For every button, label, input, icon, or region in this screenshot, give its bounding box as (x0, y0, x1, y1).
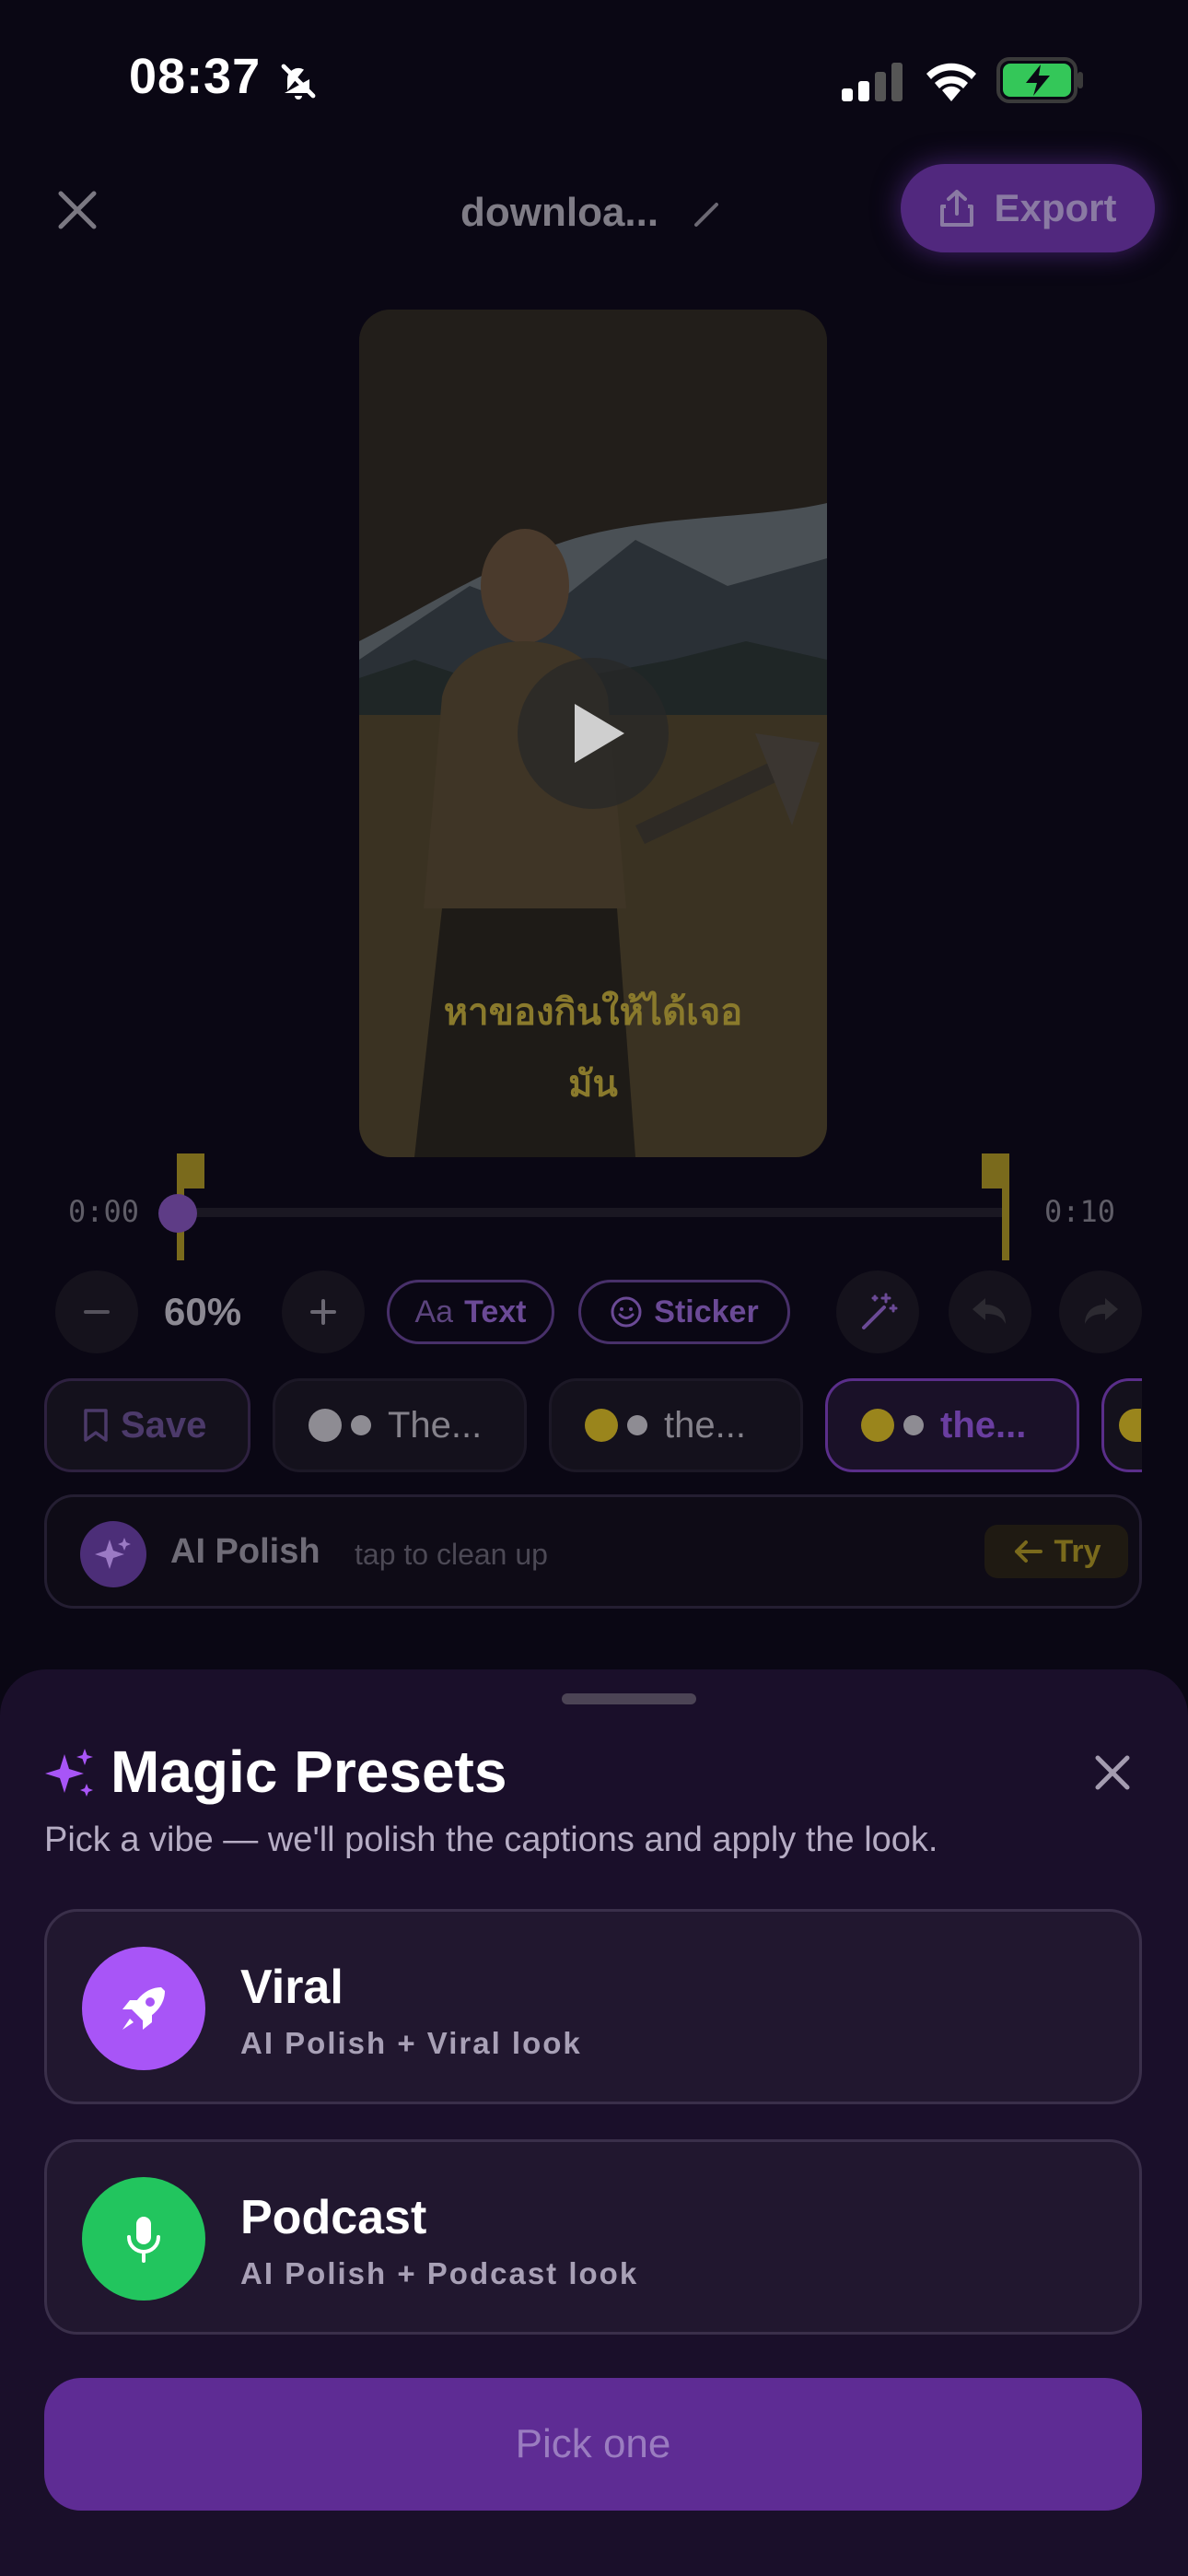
style-dot-small (351, 1415, 371, 1435)
caption-overlay[interactable]: หาของกินให้ได้เจอ มัน (392, 982, 794, 1105)
play-button[interactable] (518, 658, 669, 809)
preset-viral-desc: AI Polish + Viral look (240, 2026, 582, 2060)
preset-viral-name: Viral (240, 1961, 344, 2014)
preset-viral-badge (82, 1947, 205, 2070)
add-sticker-label: Sticker (654, 1294, 759, 1329)
cellular-signal-icon (842, 63, 903, 101)
bookmark-icon (84, 1409, 108, 1442)
share-upload-icon (940, 190, 974, 227)
redo-button[interactable] (1059, 1270, 1142, 1353)
status-bar: 08:37 (0, 0, 1188, 157)
magic-wand-button[interactable] (836, 1270, 919, 1353)
timeline-end-time: 0:10 (1044, 1194, 1116, 1229)
caption-line-1: หาของกินให้ได้เจอ (443, 992, 743, 1033)
preset-card-viral[interactable]: Viral AI Polish + Viral look (44, 1909, 1142, 2104)
caption-line-2: มัน (568, 1064, 618, 1105)
rocket-icon (122, 1987, 165, 2030)
style-dot-small (903, 1415, 924, 1435)
project-title[interactable]: downloa... (460, 190, 658, 236)
status-time: 08:37 (129, 49, 262, 104)
style-dot-large (1119, 1409, 1141, 1442)
video-preview[interactable]: หาของกินให้ได้เจอ มัน (359, 310, 827, 1157)
try-button[interactable]: Try (984, 1525, 1128, 1578)
mute-bell-icon (281, 64, 316, 100)
text-aa-icon: Aa (414, 1294, 454, 1329)
magic-wand-icon (862, 1293, 898, 1329)
magic-presets-sheet: Magic Presets Pick a vibe — we'll polish… (0, 1669, 1188, 2576)
export-button[interactable]: Export (901, 164, 1155, 252)
style-dot-large (585, 1409, 618, 1442)
ai-polish-title: AI Polish (170, 1532, 320, 1571)
style-chip-4-partial[interactable] (1101, 1378, 1142, 1472)
style-chip-2[interactable]: the... (549, 1378, 803, 1472)
zoom-level: 60% (164, 1290, 242, 1333)
battery-charging-icon (996, 57, 1083, 103)
style-dot-large (861, 1409, 894, 1442)
microphone-icon (127, 2217, 160, 2263)
wifi-icon (926, 63, 976, 101)
timeline-track[interactable] (177, 1208, 1007, 1217)
close-editor-icon[interactable] (48, 181, 107, 240)
ai-polish-badge (80, 1521, 146, 1587)
minus-icon (84, 1310, 110, 1314)
style-chip-1-label: The... (388, 1404, 483, 1446)
try-label: Try (1054, 1533, 1101, 1569)
ai-polish-hint: tap to clean up (355, 1538, 548, 1571)
preset-podcast-desc: AI Polish + Podcast look (240, 2256, 639, 2290)
arrow-left-icon (1015, 1540, 1043, 1563)
pick-one-button[interactable]: Pick one (44, 2378, 1142, 2511)
playhead-knob[interactable] (158, 1194, 197, 1233)
add-text-button[interactable]: Aa Text (387, 1280, 554, 1344)
sheet-subtitle: Pick a vibe — we'll polish the captions … (44, 1821, 938, 1859)
sparkle-icon (95, 1538, 131, 1569)
ai-polish-bar[interactable]: AI Polish tap to clean up Try (44, 1494, 1142, 1609)
edit-title-pencil-icon[interactable] (689, 195, 726, 232)
add-text-label: Text (464, 1294, 527, 1329)
style-chip-3-label: the... (940, 1404, 1027, 1446)
style-chip-2-label: the... (664, 1404, 746, 1446)
style-dot-small (627, 1415, 647, 1435)
export-label: Export (994, 186, 1117, 229)
timeline-start-time: 0:00 (68, 1194, 140, 1229)
undo-icon (973, 1298, 1006, 1324)
style-dot-large (309, 1409, 342, 1442)
preset-card-podcast[interactable]: Podcast AI Polish + Podcast look (44, 2139, 1142, 2335)
sparkles-icon (45, 1749, 93, 1797)
zoom-in-button[interactable] (282, 1270, 365, 1353)
add-sticker-button[interactable]: Sticker (578, 1280, 790, 1344)
close-sheet-icon[interactable] (1089, 1749, 1136, 1797)
plus-icon (310, 1299, 336, 1325)
style-chip-1[interactable]: The... (273, 1378, 527, 1472)
preset-podcast-name: Podcast (240, 2191, 427, 2244)
redo-icon (1085, 1298, 1118, 1324)
preset-podcast-badge (82, 2177, 205, 2301)
undo-button[interactable] (949, 1270, 1031, 1353)
save-style-chip[interactable]: Save (44, 1378, 250, 1472)
save-chip-label: Save (121, 1404, 207, 1446)
pick-one-label: Pick one (515, 2421, 671, 2466)
sheet-title: Magic Presets (111, 1739, 507, 1805)
smiley-icon (611, 1296, 642, 1328)
zoom-out-button[interactable] (55, 1270, 138, 1353)
sheet-grabber[interactable] (562, 1693, 696, 1704)
style-chip-3-selected[interactable]: the... (825, 1378, 1079, 1472)
play-icon (575, 704, 624, 763)
